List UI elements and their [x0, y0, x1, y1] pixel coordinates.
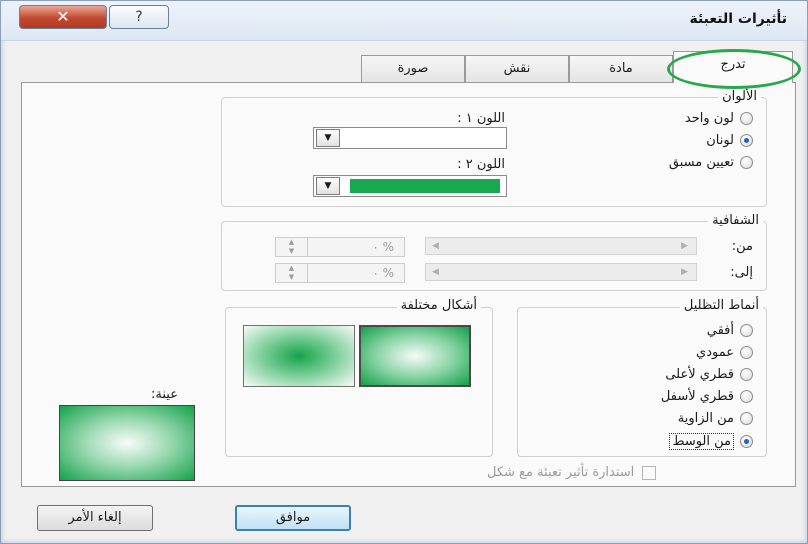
radio-button[interactable]: [740, 346, 753, 359]
rotate-fill-option[interactable]: استدارة تأثير تعبئة مع شكل: [487, 465, 657, 480]
to-value: % ٠: [372, 266, 394, 280]
help-icon: ?: [135, 9, 143, 25]
cancel-button[interactable]: إلغاء الأمر: [37, 505, 153, 531]
tab-picture[interactable]: صورة: [361, 55, 465, 82]
color1-picker[interactable]: ▼: [313, 127, 507, 149]
from-slider[interactable]: ◀ ▶: [425, 237, 697, 255]
radio-button[interactable]: [740, 112, 753, 125]
radio-button-selected[interactable]: [740, 134, 753, 147]
slider-left-arrow-icon[interactable]: ◀: [432, 264, 439, 280]
dropdown-arrow-icon[interactable]: ▼: [316, 129, 340, 147]
color2-label: اللون ٢ :: [457, 157, 505, 172]
radio-button[interactable]: [740, 324, 753, 337]
rotate-label: استدارة تأثير تعبئة مع شكل: [487, 465, 635, 480]
variant-option-selected[interactable]: [359, 325, 471, 387]
to-label: إلى:: [730, 265, 753, 280]
close-icon: ✕: [56, 7, 70, 26]
tab-pattern[interactable]: نقش: [465, 55, 569, 82]
slider-right-arrow-icon[interactable]: ▶: [681, 238, 688, 254]
tab-gradient[interactable]: تدرج: [673, 51, 793, 83]
radio-button[interactable]: [740, 390, 753, 403]
spin-arrows-icon[interactable]: ▲ ▼: [276, 238, 308, 256]
dropdown-arrow-icon[interactable]: ▼: [316, 177, 340, 195]
shading-styles-label: أنماط التظليل: [679, 298, 763, 313]
from-value: % ٠: [372, 240, 394, 254]
slider-left-arrow-icon[interactable]: ◀: [432, 238, 439, 254]
radio-button[interactable]: [740, 412, 753, 425]
to-spinbox[interactable]: ▲ ▼ % ٠: [275, 263, 405, 283]
radio-from-corner[interactable]: من الزاوية: [678, 411, 753, 426]
radio-horizontal[interactable]: أفقي: [707, 323, 753, 338]
spin-arrows-icon[interactable]: ▲ ▼: [276, 264, 308, 282]
radio-from-center[interactable]: من الوسط: [669, 433, 753, 450]
fill-effects-dialog: ✕ ? تأثيرات التعبئة صورة نقش مادة تدرج ا…: [0, 0, 808, 544]
radio-two-colors[interactable]: لونان: [706, 133, 753, 148]
variant-option-inverse[interactable]: [243, 325, 355, 387]
title-bar: ✕ ? تأثيرات التعبئة: [1, 1, 807, 41]
sample-label: عينة:: [151, 387, 178, 402]
close-button[interactable]: ✕: [19, 5, 107, 29]
rotate-checkbox[interactable]: [642, 465, 657, 480]
tab-texture[interactable]: مادة: [569, 55, 673, 82]
sample-preview: [59, 405, 195, 481]
slider-right-arrow-icon[interactable]: ▶: [681, 264, 688, 280]
color1-label: اللون ١ :: [457, 111, 505, 126]
from-spinbox[interactable]: ▲ ▼ % ٠: [275, 237, 405, 257]
radio-button[interactable]: [740, 156, 753, 169]
help-button[interactable]: ?: [109, 5, 169, 29]
radio-button-selected[interactable]: [740, 435, 753, 448]
transparency-group-label: الشفافية: [708, 213, 763, 228]
colors-group-label: الألوان: [718, 89, 761, 104]
dialog-title: تأثيرات التعبئة: [689, 11, 787, 27]
to-slider[interactable]: ◀ ▶: [425, 263, 697, 281]
variants-group-label: أشكال مختلفة: [396, 298, 481, 313]
radio-button[interactable]: [740, 368, 753, 381]
tab-strip: صورة نقش مادة تدرج: [361, 51, 801, 83]
color2-picker[interactable]: ▼: [313, 175, 507, 197]
color2-swatch: [350, 179, 500, 193]
radio-diagonal-up[interactable]: قطري لأعلى: [665, 367, 753, 382]
radio-preset[interactable]: تعيين مسبق: [669, 155, 753, 170]
ok-button[interactable]: موافق: [235, 505, 351, 531]
from-label: من:: [731, 239, 753, 254]
radio-diagonal-down[interactable]: قطري لأسفل: [661, 389, 753, 404]
radio-one-color[interactable]: لون واحد: [685, 111, 753, 126]
radio-vertical[interactable]: عمودي: [696, 345, 753, 360]
